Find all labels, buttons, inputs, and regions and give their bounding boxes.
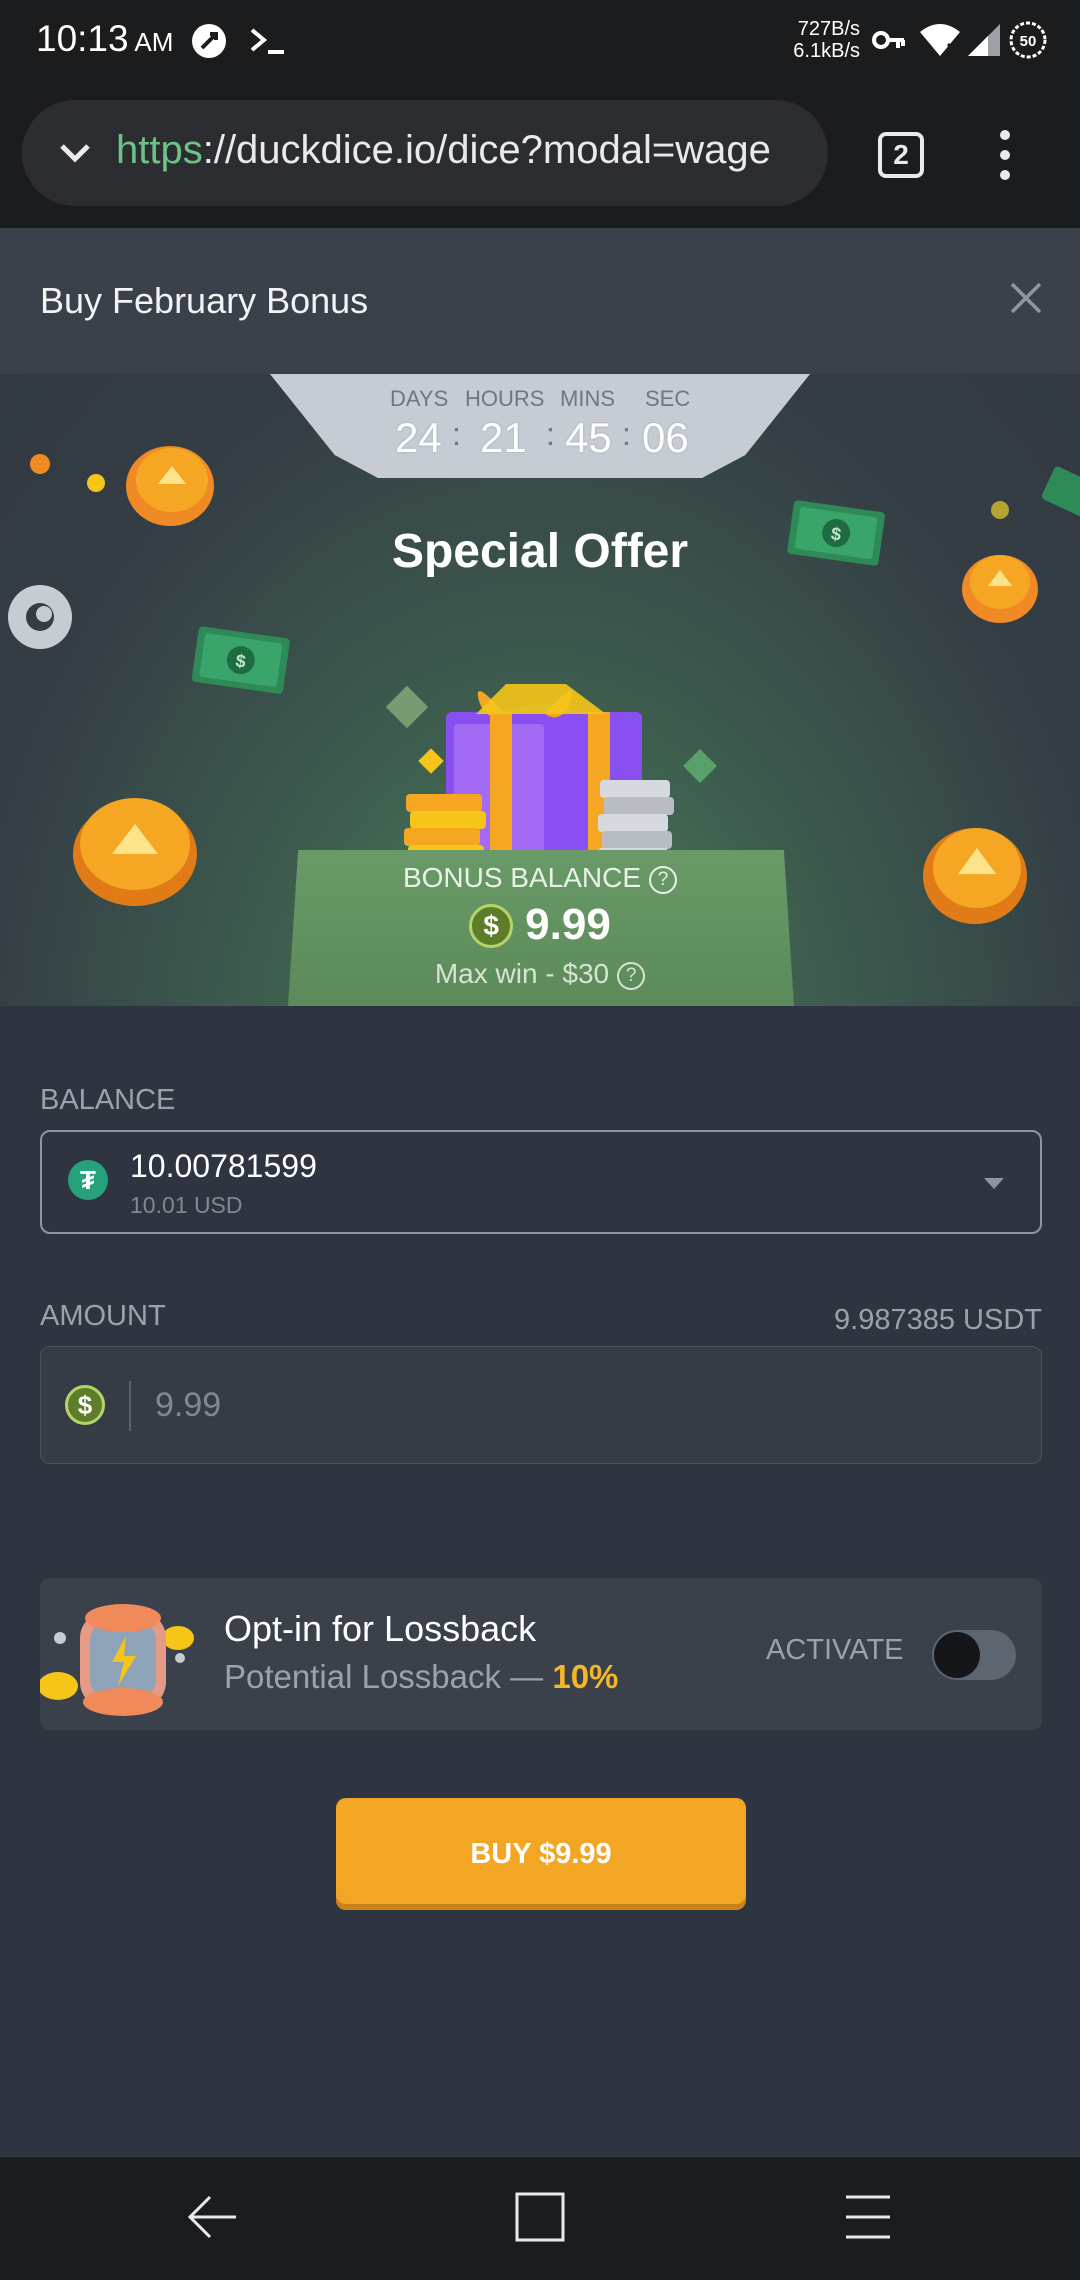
modal-title: Buy February Bonus: [40, 280, 369, 321]
available-amount[interactable]: 9.987385 USDT: [760, 1304, 1042, 1337]
lossback-subtitle: Potential Lossback — 10%: [224, 1658, 619, 1695]
balance-label: BALANCE: [40, 1084, 176, 1116]
cash-bill-icon: $: [191, 626, 290, 694]
battery-icon: 50: [1009, 21, 1047, 59]
activate-label: ACTIVATE: [766, 1634, 904, 1666]
gear-icon: [8, 585, 72, 649]
clock: 10:13 AM: [36, 18, 174, 59]
help-icon[interactable]: ?: [617, 962, 646, 990]
svg-text:50: 50: [1020, 33, 1037, 50]
url-text[interactable]: https://duckdice.io/dice?modal=wage: [116, 128, 771, 173]
cash-bill-icon: $: [787, 500, 885, 566]
gold-coin-icon: [126, 446, 214, 526]
signal-icon: [968, 24, 1000, 56]
lossback-toggle[interactable]: [932, 1630, 1016, 1680]
bonus-balance-label: BONUS BALANCE?: [0, 862, 1080, 894]
amount-input[interactable]: [155, 1377, 1015, 1433]
lossback-title: Opt-in for Lossback: [224, 1608, 537, 1649]
terminal-icon: [250, 28, 284, 54]
lossback-percent: 10%: [552, 1658, 619, 1695]
system-nav-bar: [0, 2156, 1080, 2280]
recents-icon[interactable]: [840, 2189, 896, 2245]
browser-toolbar: https://duckdice.io/dice?modal=wage 2: [0, 82, 1080, 228]
balance-usd: 10.01 USD: [130, 1192, 243, 1218]
dollar-coin-icon: $: [65, 1385, 105, 1425]
dollar-coin-icon: $: [469, 904, 514, 948]
toggle-knob: [934, 1632, 980, 1678]
tether-icon: ₮: [68, 1160, 108, 1200]
chevron-down-icon[interactable]: [54, 132, 96, 174]
balance-select[interactable]: ₮ 10.00781599 10.01 USD: [40, 1130, 1042, 1234]
balance-amount: 10.00781599: [130, 1148, 317, 1184]
back-icon[interactable]: [184, 2189, 240, 2245]
network-speed: 727B/s 6.1kB/s: [793, 18, 860, 62]
gold-coin-icon: [962, 555, 1038, 623]
address-bar[interactable]: https://duckdice.io/dice?modal=wage: [22, 100, 828, 206]
modal-header: Buy February Bonus: [0, 228, 1080, 374]
special-offer-banner: DAYS HOURS MINS SEC 24 : 21 : 45 : 06 Sp…: [0, 374, 1080, 1006]
close-icon[interactable]: [1008, 280, 1044, 316]
max-win-text: Max win - $30?: [0, 958, 1080, 990]
overflow-menu-icon[interactable]: [995, 130, 1015, 182]
vpn-key-icon: [872, 31, 905, 49]
dropdown-arrow-icon[interactable]: [984, 1178, 1004, 1189]
amount-label: AMOUNT: [40, 1300, 166, 1332]
home-icon[interactable]: [512, 2189, 568, 2245]
amount-field[interactable]: $: [40, 1346, 1042, 1464]
status-bar: 10:13 AM 727B/s 6.1kB/s 50: [0, 0, 1080, 82]
cash-bill-icon: [1041, 466, 1080, 522]
tab-switcher-button[interactable]: 2: [878, 132, 924, 178]
wifi-icon: [920, 24, 960, 56]
lossback-jar-icon: [40, 1604, 194, 1716]
buy-button[interactable]: BUY $9.99: [336, 1798, 746, 1910]
bonus-balance-amount: $9.99: [0, 900, 1080, 950]
help-icon[interactable]: ?: [649, 866, 678, 894]
dnd-icon: [192, 24, 226, 58]
divider: [129, 1381, 131, 1431]
lossback-card: Opt-in for Lossback Potential Lossback —…: [40, 1578, 1042, 1730]
